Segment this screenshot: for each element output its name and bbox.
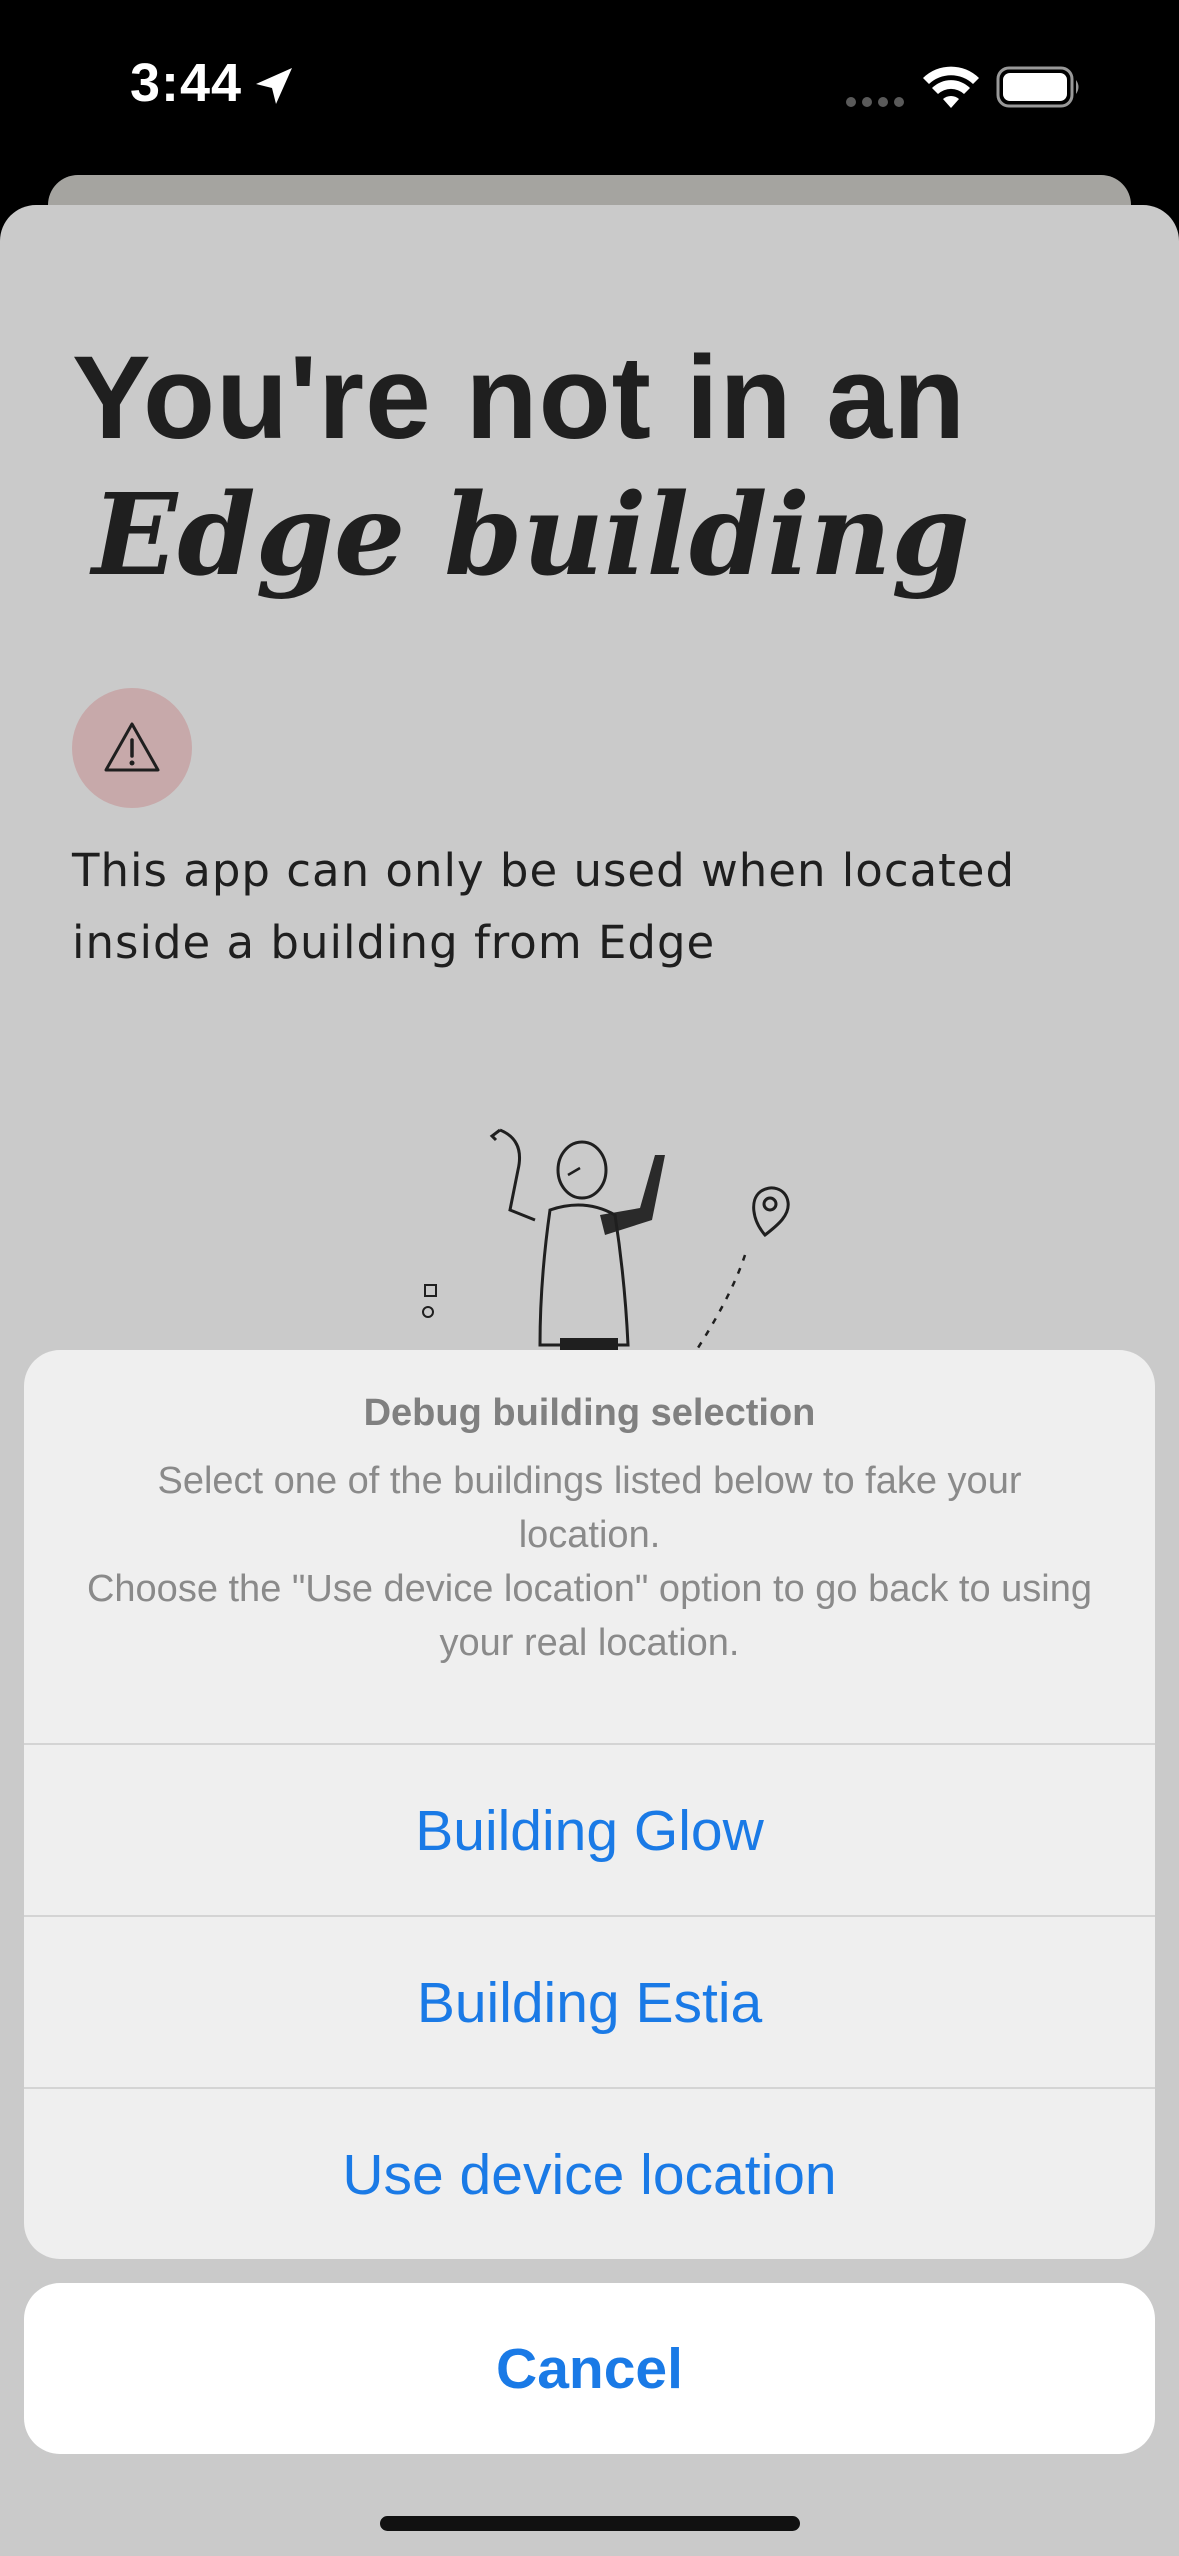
action-sheet-message-line2: Choose the "Use device location" option … <box>86 1568 1093 1664</box>
cellular-signal-icon <box>846 97 904 107</box>
building-glow-option[interactable]: Building Glow <box>24 1743 1155 1916</box>
status-time: 3:44 <box>130 53 243 113</box>
info-text: This app can only be used when located i… <box>72 844 1016 969</box>
warning-triangle-icon <box>104 722 160 772</box>
headline-line1: You're not in an <box>72 332 967 464</box>
headline-line2: Edge building <box>92 470 970 601</box>
action-sheet-message-line1: Select one of the buildings listed below… <box>157 1460 1022 1556</box>
home-indicator[interactable] <box>380 2516 800 2531</box>
cancel-button[interactable]: Cancel <box>24 2283 1155 2454</box>
screen: 3:44 You're not in an Edge building This… <box>0 0 1179 2556</box>
building-estia-option[interactable]: Building Estia <box>24 1915 1155 2088</box>
location-arrow-icon <box>256 68 292 104</box>
action-sheet-message: Select one of the buildings listed below… <box>84 1454 1095 1670</box>
wifi-icon <box>923 66 979 108</box>
warning-badge <box>72 688 192 808</box>
action-sheet-header: Debug building selection Select one of t… <box>24 1350 1155 1743</box>
debug-action-sheet: Debug building selection Select one of t… <box>24 1350 1155 2259</box>
use-device-location-option[interactable]: Use device location <box>24 2087 1155 2259</box>
battery-icon <box>996 66 1079 108</box>
status-bar: 3:44 <box>0 0 1179 170</box>
action-sheet-title: Debug building selection <box>363 1392 816 1434</box>
person-shrugging-illustration <box>422 1128 790 1360</box>
